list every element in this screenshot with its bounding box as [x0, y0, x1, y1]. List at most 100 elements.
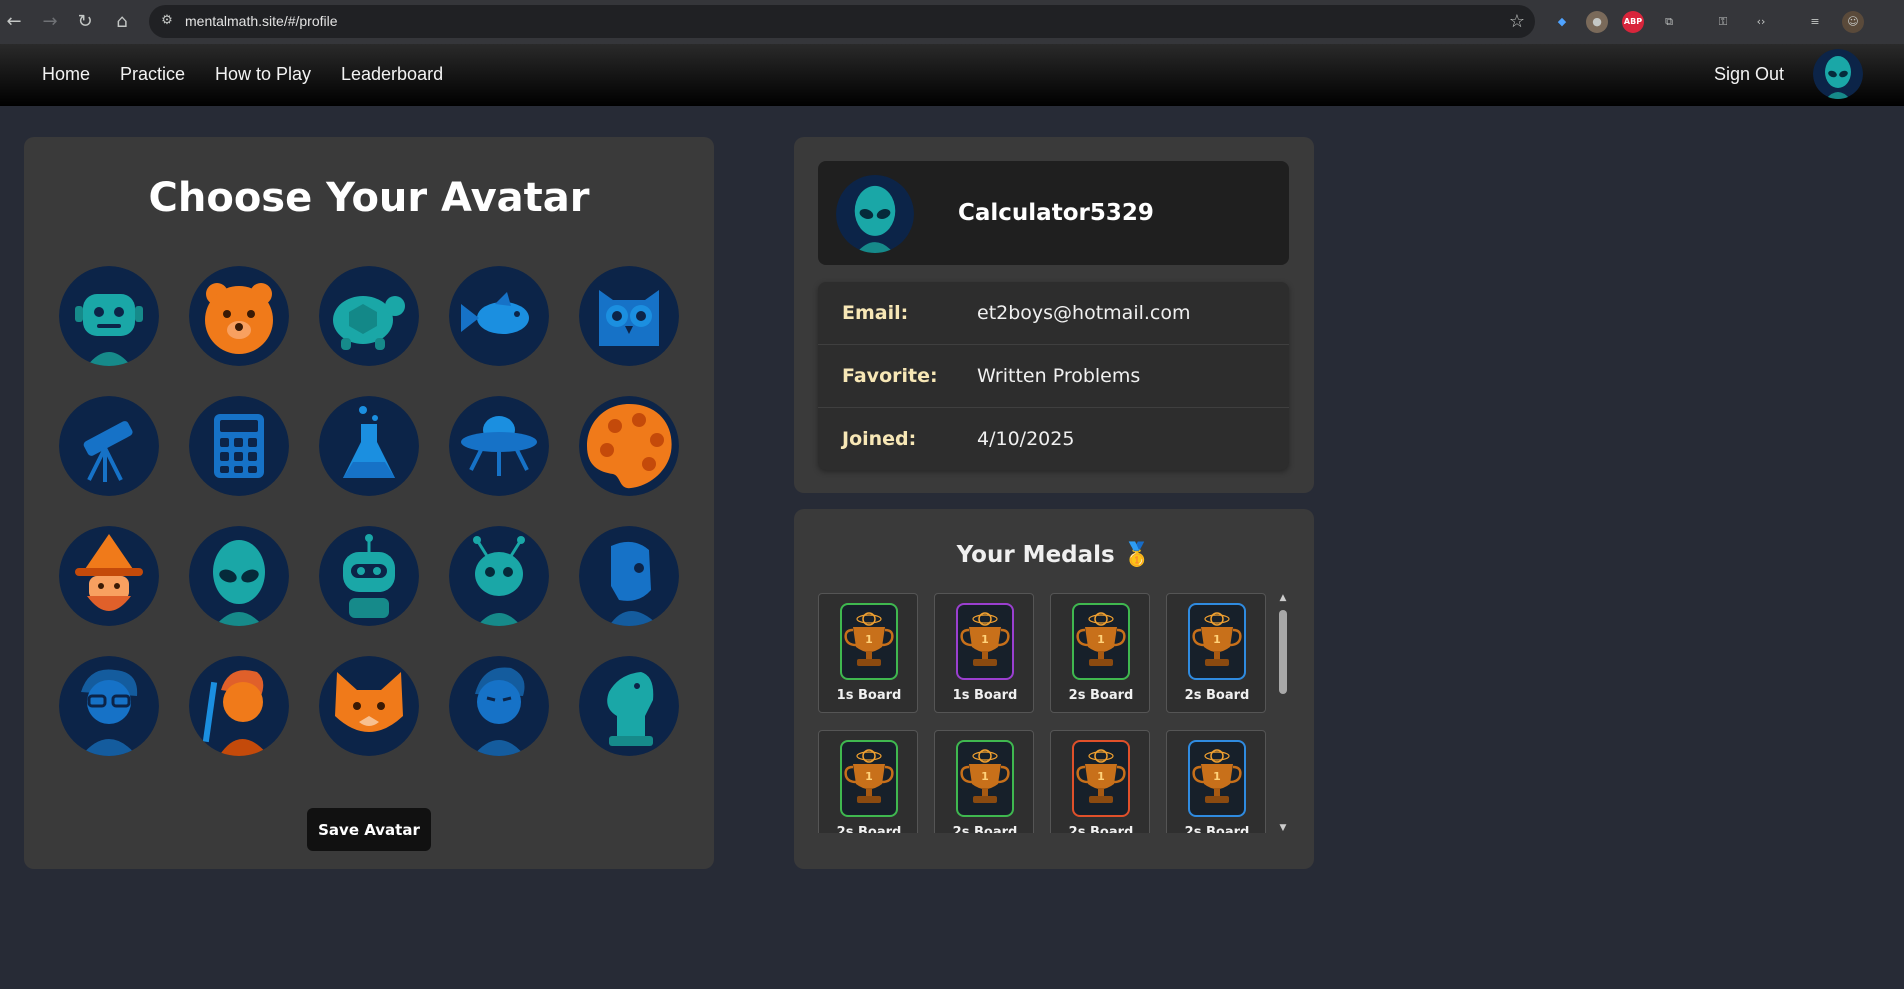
antenna-alien-avatar[interactable]	[449, 526, 549, 626]
scroll-down-icon[interactable]: ▼	[1278, 823, 1288, 833]
trophy-icon: 1	[956, 740, 1014, 817]
medals-scrollbar[interactable]: ▲ ▼	[1276, 593, 1290, 833]
adblock-icon[interactable]: ABP	[1622, 11, 1644, 33]
trophy-icon: 1	[840, 603, 898, 680]
joined-row: Joined: 4/10/2025	[818, 408, 1289, 471]
medal-card[interactable]: 1 2s Board	[1166, 730, 1266, 833]
user-card: Calculator5329	[818, 161, 1289, 265]
email-label: Email:	[842, 302, 909, 324]
medal-card[interactable]: 1 1s Board	[818, 593, 918, 713]
svg-text:1: 1	[1097, 770, 1105, 783]
nav-home[interactable]: Home	[42, 63, 90, 85]
medal-label: 2s Board	[1184, 825, 1250, 833]
email-row: Email: et2boys@hotmail.com	[818, 282, 1289, 345]
svg-text:1: 1	[981, 770, 989, 783]
site-navbar: Home Practice How to Play Leaderboard Si…	[0, 44, 1904, 106]
medal-card[interactable]: 1 2s Board	[818, 730, 918, 833]
site-settings-icon[interactable]: ⚙	[159, 13, 175, 29]
bookmark-star-icon[interactable]: ☆	[1509, 11, 1525, 32]
trophy-icon: 1	[1188, 603, 1246, 680]
calculator-avatar[interactable]	[189, 396, 289, 496]
browser-toolbar: ← → ↻ ⌂ ⚙ mentalmath.site/#/profile ☆ ◆ …	[0, 0, 1904, 44]
robot2-avatar[interactable]	[319, 526, 419, 626]
avatar-extension-icon[interactable]: ●	[1586, 11, 1608, 33]
profile-panel: Calculator5329 Email: et2boys@hotmail.co…	[794, 137, 1314, 493]
medals-panel: Your Medals 🥇 1 1s Board 1 1s Board 1 2s Boar…	[794, 509, 1314, 869]
username: Calculator5329	[958, 200, 1154, 226]
nav-leaderboard[interactable]: Leaderboard	[341, 63, 443, 85]
avatar-grid	[59, 266, 689, 766]
ufo-avatar[interactable]	[449, 396, 549, 496]
medal-label: 2s Board	[1068, 825, 1134, 833]
medal-card[interactable]: 1 2s Board	[1050, 593, 1150, 713]
telescope-avatar[interactable]	[59, 396, 159, 496]
trophy-icon: 1	[1072, 603, 1130, 680]
robot-avatar[interactable]	[59, 266, 159, 366]
svg-text:1: 1	[1097, 633, 1105, 646]
home-icon[interactable]: ⌂	[110, 10, 134, 34]
forward-icon[interactable]: →	[38, 10, 62, 34]
medal-label: 2s Board	[1184, 688, 1250, 703]
extensions-puzzle-icon[interactable]: ⧉	[1658, 11, 1680, 33]
turtle-avatar[interactable]	[319, 266, 419, 366]
reading-list-icon[interactable]: ≡	[1804, 11, 1826, 33]
svg-text:1: 1	[865, 633, 873, 646]
sign-out-link[interactable]: Sign Out	[1714, 63, 1784, 85]
joined-label: Joined:	[842, 428, 917, 450]
reload-icon[interactable]: ↻	[73, 10, 97, 34]
svg-text:1: 1	[1213, 633, 1221, 646]
owl-avatar[interactable]	[579, 266, 679, 366]
favorite-row: Favorite: Written Problems	[818, 345, 1289, 408]
medal-card[interactable]: 1 2s Board	[1166, 593, 1266, 713]
password-key-icon[interactable]: ⚿	[1712, 11, 1734, 33]
svg-text:1: 1	[981, 633, 989, 646]
wizard-avatar[interactable]	[59, 526, 159, 626]
medal-card[interactable]: 1 1s Board	[934, 593, 1034, 713]
warrior-avatar[interactable]	[189, 656, 289, 756]
trophy-icon: 1	[956, 603, 1014, 680]
save-avatar-button[interactable]: Save Avatar	[307, 808, 431, 851]
nav-how-to-play[interactable]: How to Play	[215, 63, 311, 85]
medal-label: 1s Board	[952, 688, 1018, 703]
trophy-icon: 1	[1188, 740, 1246, 817]
address-bar[interactable]: ⚙ mentalmath.site/#/profile ☆	[149, 5, 1535, 38]
medal-card[interactable]: 1 2s Board	[1050, 730, 1150, 833]
profile-info-card: Email: et2boys@hotmail.com Favorite: Wri…	[818, 282, 1289, 470]
scrollbar-thumb[interactable]	[1279, 610, 1287, 694]
email-value: et2boys@hotmail.com	[977, 302, 1191, 324]
alien-avatar[interactable]	[189, 526, 289, 626]
back-icon[interactable]: ←	[2, 10, 26, 34]
profile-avatar	[836, 175, 914, 253]
medals-title: Your Medals 🥇	[956, 542, 1152, 568]
nav-profile-avatar[interactable]	[1813, 49, 1863, 99]
trophy-icon: 1	[840, 740, 898, 817]
favorite-value: Written Problems	[977, 365, 1141, 387]
url-text[interactable]: mentalmath.site/#/profile	[185, 13, 338, 30]
svg-text:1: 1	[1213, 770, 1221, 783]
medal-card[interactable]: 1 2s Board	[934, 730, 1034, 833]
palette-avatar[interactable]	[579, 396, 679, 496]
gem-extension-icon[interactable]: ◆	[1551, 11, 1573, 33]
fish-avatar[interactable]	[449, 266, 549, 366]
medal-label: 1s Board	[836, 688, 902, 703]
trophy-icon: 1	[1072, 740, 1130, 817]
medal-label: 2s Board	[836, 825, 902, 833]
nav-practice[interactable]: Practice	[120, 63, 185, 85]
joined-value: 4/10/2025	[977, 428, 1075, 450]
code-icon[interactable]: ‹›	[1750, 11, 1772, 33]
flask-avatar[interactable]	[319, 396, 419, 496]
medal-label: 2s Board	[952, 825, 1018, 833]
cyborg-avatar[interactable]	[579, 526, 679, 626]
bear-avatar[interactable]	[189, 266, 289, 366]
fox-avatar[interactable]	[319, 656, 419, 756]
avatar-picker-panel: Choose Your Avatar Save Avatar	[24, 137, 714, 869]
hero-avatar[interactable]	[449, 656, 549, 756]
scroll-up-icon[interactable]: ▲	[1278, 593, 1288, 603]
avatar-picker-title: Choose Your Avatar	[148, 175, 590, 221]
medals-list[interactable]: 1 1s Board 1 1s Board 1 2s Board 1 2s Board 1 2s …	[818, 593, 1278, 833]
favorite-label: Favorite:	[842, 365, 938, 387]
svg-text:1: 1	[865, 770, 873, 783]
nerd-avatar[interactable]	[59, 656, 159, 756]
chess-knight-avatar[interactable]	[579, 656, 679, 756]
profile-icon[interactable]: ☺	[1842, 11, 1864, 33]
